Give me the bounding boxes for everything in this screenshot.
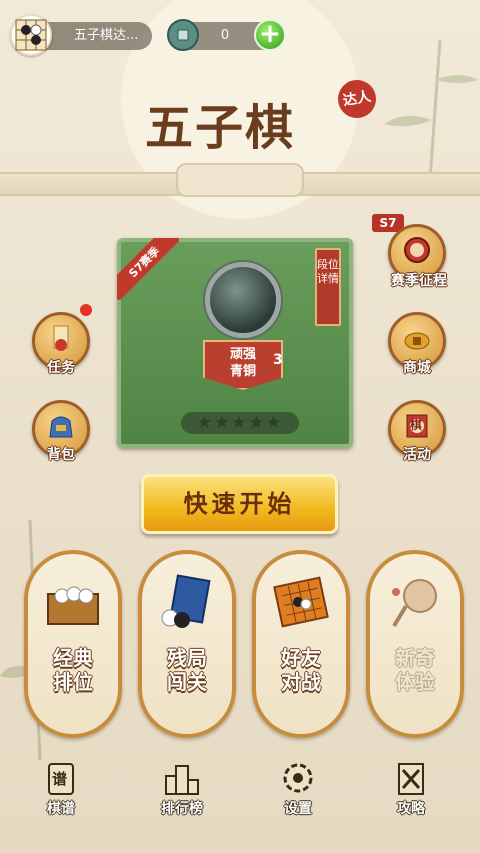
drum-icon bbox=[404, 237, 430, 263]
nav-guide[interactable]: 攻略 bbox=[376, 760, 446, 832]
activity-label: 活动 bbox=[403, 447, 431, 463]
coin-icon bbox=[167, 19, 199, 51]
hand-drum-icon bbox=[392, 579, 437, 628]
quick-start-button[interactable]: 快速开始 bbox=[141, 474, 338, 534]
tasks-label: 任务 bbox=[47, 360, 75, 376]
bag-icon bbox=[49, 416, 73, 438]
mode-label-line1: 经典 bbox=[53, 646, 93, 670]
mode-label-line1: 残局 bbox=[167, 646, 207, 670]
mode-label-line2: 排位 bbox=[53, 670, 93, 694]
scroll-icon bbox=[53, 325, 69, 351]
nav-records-label: 棋谱 bbox=[47, 801, 75, 817]
nav-settings[interactable]: 设置 bbox=[263, 760, 333, 832]
mode-classic-ranked-label: 经典 排位 bbox=[28, 646, 118, 694]
rank-level: 3 bbox=[273, 352, 283, 368]
mode-novel-experience-label: 新奇 体验 bbox=[370, 646, 460, 694]
gear-icon bbox=[283, 763, 313, 793]
nav-leaderboard[interactable]: 排行榜 bbox=[147, 760, 217, 832]
book-icon bbox=[161, 574, 211, 628]
rank-name-line1: 顽强 bbox=[229, 347, 256, 362]
guide-flag-icon bbox=[398, 763, 424, 795]
rank-card[interactable]: S7赛季 段位详情 顽强 青铜 3 ★★★★★ bbox=[117, 238, 353, 448]
nav-settings-label: 设置 bbox=[284, 801, 312, 817]
mode-endgame-challenge[interactable]: 残局 闯关 bbox=[138, 550, 236, 738]
rank-stars: ★★★★★ bbox=[181, 412, 299, 434]
rank-detail-button[interactable]: 段位详情 bbox=[315, 248, 341, 326]
mode-label-line2: 对战 bbox=[281, 670, 321, 694]
rank-banner: 顽强 青铜 bbox=[203, 340, 283, 390]
mode-friend-battle[interactable]: 好友 对战 bbox=[252, 550, 350, 738]
activity-chess-char: 棋 bbox=[410, 418, 423, 432]
treasure-chest-icon bbox=[47, 586, 99, 625]
mode-classic-ranked[interactable]: 经典 排位 bbox=[24, 550, 122, 738]
coin-count: 0 bbox=[220, 28, 230, 43]
divider-knob bbox=[176, 163, 304, 197]
bamboo-decoration-icon bbox=[384, 40, 478, 180]
mode-label-line1: 好友 bbox=[281, 646, 321, 670]
tasks-notification-dot bbox=[80, 304, 92, 316]
player-name[interactable]: 五子棋达... bbox=[40, 22, 152, 50]
add-coins-button[interactable]: + bbox=[254, 19, 286, 51]
go-board-avatar-icon bbox=[15, 19, 47, 51]
mode-label-line2: 闯关 bbox=[167, 670, 207, 694]
nav-records[interactable]: 谱 棋谱 bbox=[26, 760, 96, 832]
records-icon-char: 谱 bbox=[52, 770, 68, 788]
shop-label: 商城 bbox=[403, 360, 431, 376]
nav-leaderboard-label: 排行榜 bbox=[161, 801, 203, 817]
mode-label-line2: 体验 bbox=[395, 670, 435, 694]
rank-name-line2: 青铜 bbox=[229, 364, 256, 379]
season-ribbon: S7赛季 bbox=[117, 238, 179, 300]
nav-guide-label: 攻略 bbox=[397, 801, 425, 817]
top-bar: 五子棋达... 0 + bbox=[10, 14, 286, 56]
mode-novel-experience[interactable]: 新奇 体验 bbox=[366, 550, 464, 738]
mode-endgame-challenge-label: 残局 闯关 bbox=[142, 646, 232, 694]
podium-icon bbox=[165, 765, 199, 795]
mode-friend-battle-label: 好友 对战 bbox=[256, 646, 346, 694]
mode-label-line1: 新奇 bbox=[395, 646, 435, 670]
bag-label: 背包 bbox=[47, 447, 75, 463]
chessboard-icon bbox=[273, 576, 329, 628]
season-journey-label: 赛季征程 bbox=[391, 273, 447, 289]
season-tag: S7赛季 bbox=[117, 238, 179, 300]
rank-badge-icon bbox=[205, 262, 281, 338]
avatar[interactable] bbox=[10, 14, 52, 56]
coin-balance: 0 + bbox=[167, 19, 286, 51]
treasure-icon bbox=[404, 332, 430, 350]
game-title: 五子棋 bbox=[145, 100, 296, 156]
